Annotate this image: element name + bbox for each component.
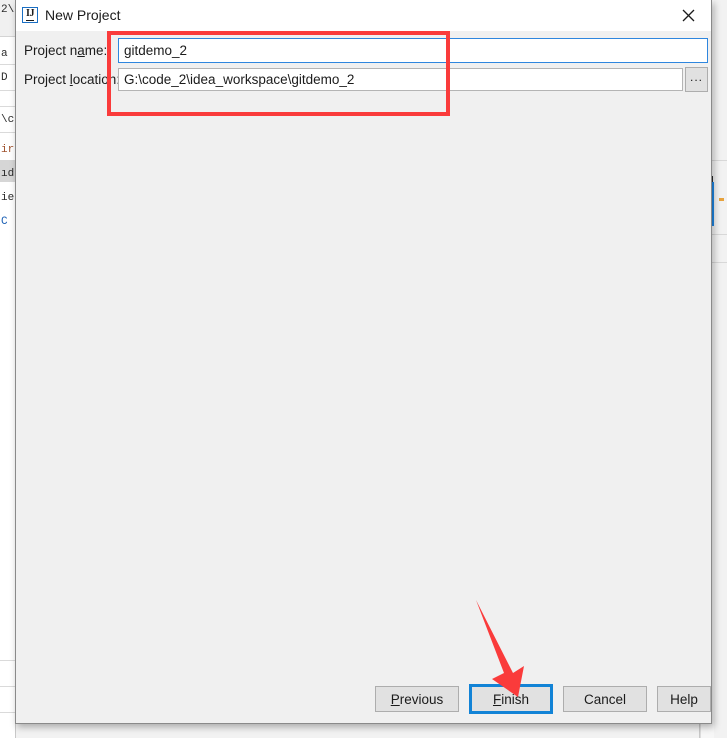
editor-code-fragment: 2\ <box>1 4 15 16</box>
intellij-idea-icon: IJ <box>22 7 38 23</box>
editor-code-fragment: ie <box>1 192 15 204</box>
dialog-titlebar: IJ New Project <box>16 0 711 31</box>
editor-rule <box>0 106 15 107</box>
editor-code-fragment: ıd <box>1 168 15 180</box>
mnemonic-char: a <box>77 43 85 58</box>
help-button[interactable]: Help <box>657 686 711 712</box>
project-name-input[interactable] <box>118 38 708 63</box>
editor-rule <box>0 686 15 687</box>
editor-code-fragment: \c <box>1 114 15 126</box>
cancel-button[interactable]: Cancel <box>563 686 647 712</box>
editor-rule <box>0 90 15 91</box>
editor-code-fragment: ir <box>1 144 15 156</box>
project-location-label: Project location: <box>24 72 121 87</box>
mnemonic-char: F <box>492 691 502 707</box>
editor-rule <box>0 712 15 713</box>
dialog-button-bar: Previous Finish Cancel Help <box>16 674 711 723</box>
editor-code-fragment: a <box>1 48 8 60</box>
editor-rule <box>0 132 15 133</box>
previous-button[interactable]: Previous <box>375 686 459 712</box>
project-location-input[interactable] <box>118 68 683 91</box>
dialog-title: New Project <box>45 7 121 23</box>
browse-folder-button[interactable]: ... <box>685 67 708 92</box>
editor-left-strip: 2\ a D \c ir ıd ie C <box>0 0 16 738</box>
editor-rule <box>0 64 15 65</box>
editor-rule <box>0 660 15 661</box>
editor-warning-marker <box>719 198 724 201</box>
project-name-label: Project name: <box>24 43 108 58</box>
editor-code-fragment: C <box>1 216 8 228</box>
finish-button[interactable]: Finish <box>469 684 553 714</box>
close-icon[interactable] <box>665 0 711 30</box>
idea-icon-glyph: IJ <box>26 8 34 21</box>
mnemonic-char: P <box>390 691 400 707</box>
editor-code-fragment: D <box>1 72 8 84</box>
new-project-dialog: IJ New Project Project name: Project loc… <box>15 0 712 724</box>
dialog-content: Project name: Project location: ... <box>16 31 711 671</box>
